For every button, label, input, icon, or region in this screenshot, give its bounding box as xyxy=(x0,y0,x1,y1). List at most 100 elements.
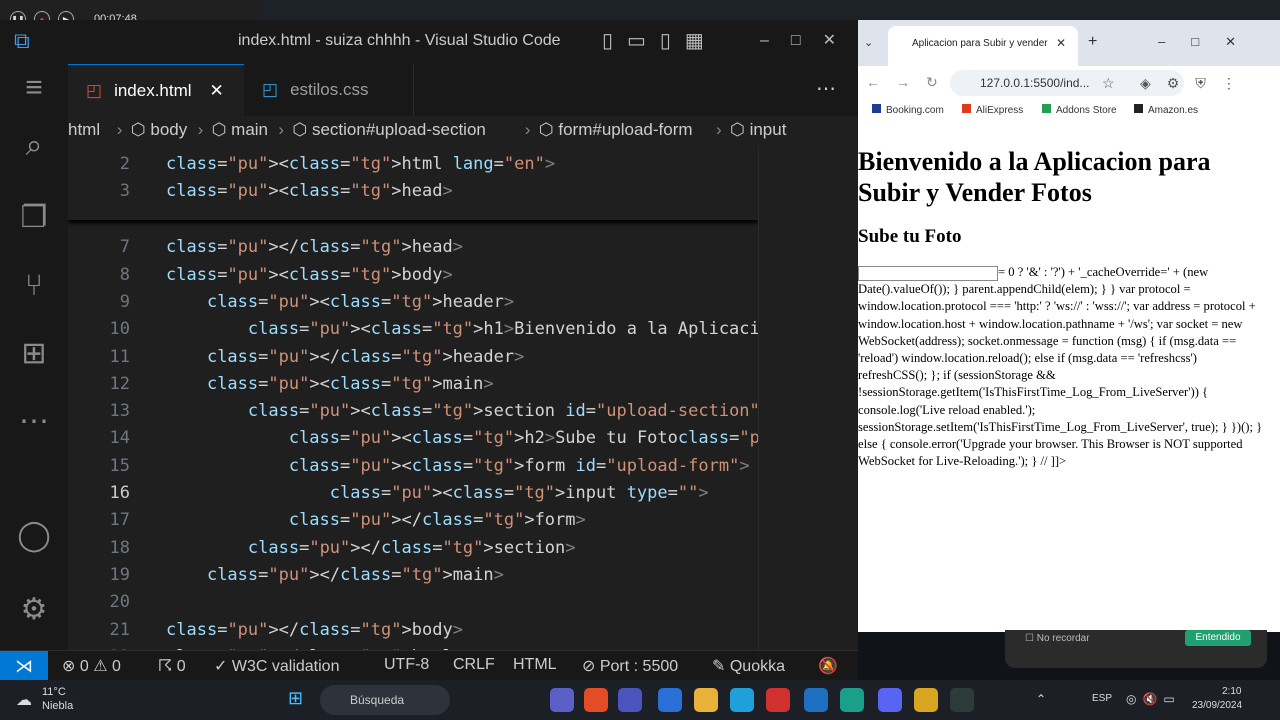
taskbar-search[interactable]: Búsqueda xyxy=(320,685,450,715)
line-number: 10 xyxy=(109,319,130,340)
live-server-status[interactable]: ⊘ Port : 5500 xyxy=(582,656,678,676)
bookmark-label: Booking.com xyxy=(886,105,944,116)
bookmark-item[interactable]: AliExpress xyxy=(962,104,1023,116)
terminal-icon[interactable] xyxy=(950,688,974,712)
code-line[interactable]: class="pu"><class="tg">header> xyxy=(166,292,514,312)
code-line[interactable]: class="pu"></class="tg">main> xyxy=(166,565,504,585)
minimap[interactable] xyxy=(758,146,858,650)
notifications-icon[interactable]: 🔕 xyxy=(818,656,838,676)
broken-input[interactable] xyxy=(858,265,998,281)
w3c-status[interactable]: ✓ W3C validation xyxy=(214,656,339,676)
bookmark-item[interactable]: Addons Store xyxy=(1042,104,1117,116)
remote-icon[interactable]: ⋊ xyxy=(0,651,48,681)
line-number: 9 xyxy=(119,291,130,312)
browser-page: Bienvenido a la Aplicacion para Subir y … xyxy=(858,122,1280,632)
tab-estilos-css[interactable]: ◰ estilos.css xyxy=(244,64,414,116)
css3-icon: ◰ xyxy=(262,80,279,99)
breadcrumb-item[interactable]: ⬡ input xyxy=(730,120,786,140)
quokka-status[interactable]: ✎ Quokka xyxy=(712,656,785,676)
teams-icon[interactable] xyxy=(618,688,642,712)
page-raw-text: = 0 ? '&' : '?') + '_cacheOverride=' + (… xyxy=(858,264,1268,470)
breadcrumb-item[interactable]: ⬡ main xyxy=(212,120,268,140)
tray-chevron-icon[interactable]: ⌃ xyxy=(1036,692,1046,706)
code-line[interactable]: class="pu"><class="tg">main> xyxy=(166,374,494,394)
app-icon[interactable] xyxy=(840,688,864,712)
notes-icon[interactable] xyxy=(914,688,938,712)
search-icon[interactable]: ⌕ xyxy=(14,126,54,166)
code-line[interactable]: class="pu"><class="tg">h1>Bienvenido a l… xyxy=(166,319,758,339)
accept-button[interactable]: Entendido xyxy=(1185,630,1251,646)
code-line[interactable]: class="pu"><class="tg">form id="upload-f… xyxy=(166,456,750,476)
line-number: 13 xyxy=(109,401,130,422)
start-icon[interactable]: ⊞ xyxy=(288,688,303,709)
tab-label: index.html xyxy=(114,80,192,100)
code-line[interactable]: class="pu"></class="tg">form> xyxy=(166,510,586,530)
new-tab-icon[interactable]: + xyxy=(1088,33,1097,51)
ports-status[interactable]: ☈ 0 xyxy=(158,656,186,676)
encoding-status[interactable]: UTF-8 xyxy=(384,656,429,674)
bookmarks-bar: Booking.com AliExpress Addons Store Amazon.… xyxy=(858,100,1280,122)
code-line[interactable]: class="pu"><class="tg">input type=""> xyxy=(166,483,709,503)
code-line[interactable]: class="pu"></class="tg">body> xyxy=(166,620,463,640)
more-icon[interactable]: ⋯ xyxy=(14,402,54,442)
code-line[interactable]: class="pu"><class="tg">h2>Sube tu Fotocl… xyxy=(166,428,758,448)
breadcrumb-separator: › xyxy=(116,120,123,139)
edge-icon[interactable] xyxy=(730,688,754,712)
code-line[interactable]: class="pu"><class="tg">section id="uploa… xyxy=(166,401,758,421)
bookmark-label: Amazon.es xyxy=(1148,105,1199,116)
store-icon[interactable] xyxy=(658,688,682,712)
line-number: 8 xyxy=(119,264,130,285)
breadcrumb-item[interactable]: html xyxy=(68,120,100,140)
problems-status[interactable]: ⊗ 0 ⚠ 0 xyxy=(62,656,121,676)
line-number: 17 xyxy=(109,510,130,531)
language-status[interactable]: HTML xyxy=(513,656,557,674)
language-indicator[interactable]: ESP xyxy=(1092,693,1112,704)
browser-window: ⌄ Aplicacion para Subir y vender ✕ + –□✕… xyxy=(858,20,1280,632)
breadcrumb-item[interactable]: ⬡ body xyxy=(131,120,187,140)
breadcrumb-separator: › xyxy=(197,120,204,139)
window-controls[interactable]: –□✕ xyxy=(760,30,858,50)
browser-window-controls[interactable]: –□✕ xyxy=(1158,34,1262,50)
star-icon[interactable]: ☆ xyxy=(1102,75,1115,92)
sticky-line[interactable]: class="pu"><class="tg">head> xyxy=(166,181,453,201)
code-line[interactable]: class="pu"></class="tg">header> xyxy=(166,347,524,367)
source-control-icon[interactable]: ⑂ xyxy=(14,266,54,306)
more-actions-icon[interactable]: ⋯ xyxy=(816,76,836,101)
bookmark-item[interactable]: Amazon.es xyxy=(1134,104,1198,116)
eol-status[interactable]: CRLF xyxy=(453,656,495,674)
vscode-taskbar-icon[interactable] xyxy=(804,688,828,712)
vscode-logo-icon: ⧉ xyxy=(14,28,30,53)
explorer-icon[interactable]: ❐ xyxy=(14,198,54,238)
weather-icon[interactable]: ☁ xyxy=(16,690,32,710)
code-line[interactable]: class="pu"><class="tg">body> xyxy=(166,265,453,285)
code-line[interactable]: class="pu"></class="tg">section> xyxy=(166,538,576,558)
meet-icon[interactable] xyxy=(550,688,574,712)
close-icon[interactable]: ✕ xyxy=(210,81,224,101)
breadcrumb-item[interactable]: ⬡ form#upload-form xyxy=(539,120,693,140)
account-icon[interactable]: ◯ xyxy=(14,516,54,556)
code-line[interactable]: class="pu"></class="tg">head> xyxy=(166,237,463,257)
extensions-icon[interactable]: ⊞ xyxy=(14,334,54,374)
discord-icon[interactable] xyxy=(878,688,902,712)
sticky-line[interactable]: class="pu"><class="tg">html lang="en"> xyxy=(166,154,555,174)
chrome-icon[interactable] xyxy=(584,688,608,712)
close-tab-icon[interactable]: ✕ xyxy=(1056,36,1066,50)
tab-search-icon[interactable]: ⌄ xyxy=(864,36,873,49)
breadcrumb: html › ⬡ body › ⬡ main › ⬡ section#upload-sect… xyxy=(68,116,858,146)
mcafee-icon[interactable] xyxy=(766,688,790,712)
breadcrumb-item[interactable]: ⬡ section#upload-section xyxy=(292,120,485,140)
code-editor[interactable]: class="pu"><class="tg">title>Aplicacion … xyxy=(68,146,758,650)
browser-tab[interactable]: Aplicacion para Subir y vender xyxy=(888,26,1078,66)
line-number: 2 xyxy=(119,154,130,174)
bookmark-item[interactable]: Booking.com xyxy=(872,104,944,116)
layout-icons[interactable]: ▯▭▯▦ xyxy=(602,28,718,53)
remember-checkbox[interactable]: ☐ No recordar xyxy=(1025,633,1090,644)
tab-index-html[interactable]: ◰ index.html ✕ xyxy=(68,64,244,116)
settings-gear-icon[interactable]: ⚙ xyxy=(14,590,54,630)
menu-icon[interactable]: ≡ xyxy=(14,68,54,108)
tray-icons[interactable]: ◎🔇▭ xyxy=(1126,692,1181,706)
bookmark-label: AliExpress xyxy=(976,105,1024,116)
extension-icons[interactable]: ◈⚙⛨⋮ xyxy=(1140,75,1252,92)
folder-icon[interactable] xyxy=(694,688,718,712)
nav-icons[interactable]: ←→↻ xyxy=(866,74,954,91)
